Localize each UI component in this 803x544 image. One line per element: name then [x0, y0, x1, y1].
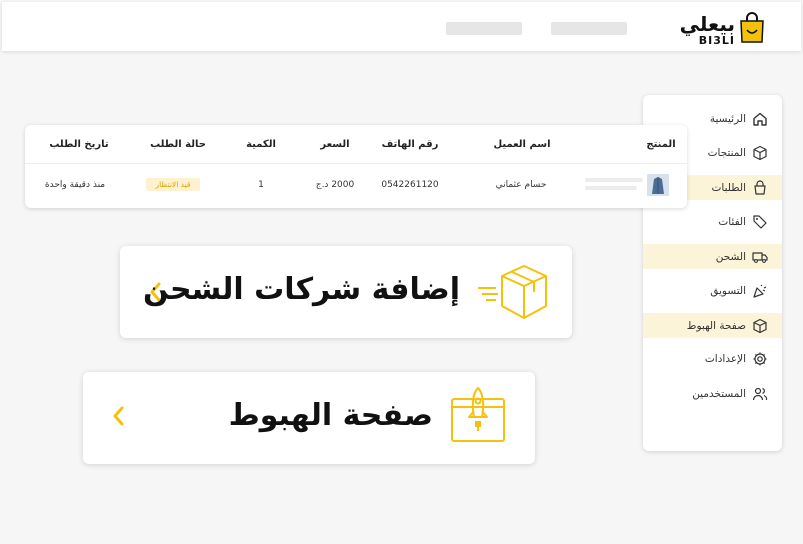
sidebar-item-landing-page[interactable]: صفحة الهبوط [643, 313, 782, 338]
column-header-product: المنتج [646, 139, 676, 150]
table-divider [25, 163, 687, 164]
shipping-box-icon [478, 265, 547, 319]
gear-icon [753, 352, 767, 365]
box-icon [753, 145, 767, 160]
card-title: صفحة الهبوط [228, 398, 433, 433]
chevron-left-icon [113, 406, 124, 426]
users-icon [752, 387, 768, 400]
truck-icon [752, 251, 768, 263]
sidebar-item-categories[interactable]: الفئات [643, 209, 782, 234]
nav-placeholder [551, 22, 627, 35]
column-header-date: تاريخ الطلب [49, 139, 109, 150]
sidebar-item-marketing[interactable]: التسويق [643, 278, 782, 303]
column-header-quantity: الكمية [246, 139, 276, 150]
landing-page-card[interactable]: صفحة الهبوط [83, 372, 535, 464]
home-icon [753, 112, 767, 126]
product-name-placeholder [585, 186, 637, 190]
sidebar-item-label: الفئات [718, 215, 746, 228]
shopping-bag-logo-icon [740, 12, 764, 43]
logo[interactable]: بيعلي BI3LI [680, 10, 765, 48]
status-badge: قيد الانتظار [146, 178, 200, 191]
sidebar-item-label: الشحن [715, 250, 746, 263]
column-header-phone: رقم الهاتف [381, 139, 439, 150]
column-header-price: السعر [320, 139, 350, 150]
party-icon [753, 284, 767, 298]
card-title: إضافة شركات الشحن [143, 272, 460, 307]
orders-table: المنتج اسم العميل رقم الهاتف السعر الكمي… [25, 125, 687, 208]
product-thumbnail [647, 174, 669, 196]
sidebar-item-label: المنتجات [707, 146, 746, 159]
add-shipping-companies-card[interactable]: إضافة شركات الشحن [120, 246, 572, 338]
nav-placeholder [446, 22, 522, 35]
tags-icon [753, 214, 767, 229]
top-bar: بيعلي BI3LI [2, 2, 801, 51]
sidebar-item-label: المستخدمين [692, 387, 746, 400]
product-name-placeholder [585, 178, 643, 182]
cell-phone: 0542261120 [381, 180, 439, 190]
logo-latin-text: BI3LI [698, 34, 735, 47]
cell-price: 2000 د.ج [315, 180, 355, 190]
logo-arabic-text: بيعلي [679, 12, 735, 36]
sidebar-item-label: صفحة الهبوط [686, 319, 746, 332]
sidebar-item-label: الإعدادات [704, 352, 746, 365]
sidebar-item-settings[interactable]: الإعدادات [643, 346, 782, 371]
rocket-browser-icon [451, 387, 505, 442]
sidebar-item-shipping[interactable]: الشحن [643, 244, 782, 269]
shopping-bag-icon [754, 179, 766, 195]
column-header-status: حالة الطلب [150, 139, 206, 150]
sidebar-item-label: الرئيسية [709, 112, 746, 125]
sidebar-item-label: الطلبات [711, 181, 746, 194]
cell-customer-name: حسام عثماني [495, 180, 547, 190]
column-header-customer-name: اسم العميل [493, 139, 551, 150]
cell-date: منذ دقيقة واحدة [44, 180, 106, 190]
sidebar-item-label: التسويق [710, 284, 746, 297]
cube-icon [753, 318, 767, 333]
sidebar-item-users[interactable]: المستخدمين [643, 381, 782, 406]
cell-quantity: 1 [258, 180, 264, 190]
